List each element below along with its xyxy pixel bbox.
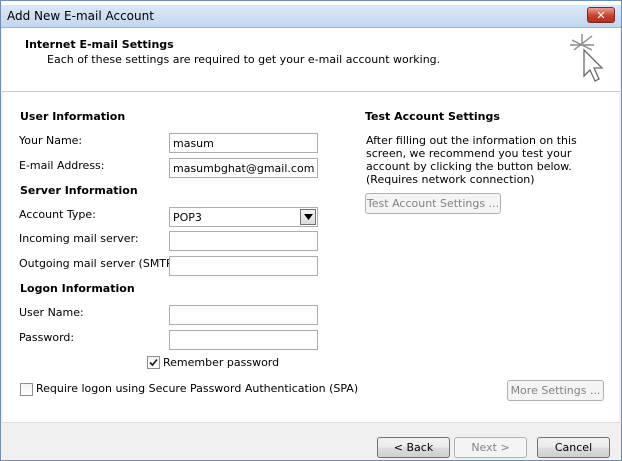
incoming-server-label: Incoming mail server: [19, 232, 139, 245]
outgoing-server-input[interactable] [169, 256, 318, 276]
dropdown-arrow-button[interactable] [300, 209, 316, 225]
remember-password-label: Remember password [163, 356, 280, 369]
window-title: Add New E-mail Account [7, 9, 154, 23]
spa-label: Require logon using Secure Password Auth… [36, 382, 359, 395]
password-input[interactable] [169, 330, 318, 350]
cancel-button[interactable]: Cancel [537, 437, 610, 458]
outgoing-server-label: Outgoing mail server (SMTP): [19, 257, 181, 270]
incoming-server-input[interactable] [169, 231, 318, 251]
logon-info-heading: Logon Information [20, 282, 135, 295]
test-account-settings-button[interactable]: Test Account Settings ... [365, 193, 501, 214]
add-email-account-window: Add New E-mail Account ✕ Internet E-mail… [0, 0, 622, 461]
your-name-label: Your Name: [19, 134, 83, 147]
header-title: Internet E-mail Settings [25, 38, 174, 51]
chevron-down-icon [304, 214, 313, 220]
user-name-label: User Name: [19, 306, 84, 319]
test-settings-heading: Test Account Settings [365, 110, 500, 123]
settings-content: User Information Your Name: masum E-mail… [3, 92, 619, 422]
back-button[interactable]: < Back [377, 437, 450, 458]
your-name-input[interactable]: masum [169, 133, 318, 153]
next-button[interactable]: Next > [454, 437, 527, 458]
account-type-value: POP3 [173, 211, 202, 224]
email-address-input[interactable]: masumbghat@gmail.com [169, 158, 318, 178]
spa-checkbox[interactable] [20, 383, 33, 396]
title-bar: Add New E-mail Account ✕ [1, 5, 621, 28]
more-settings-button[interactable]: More Settings ... [507, 380, 604, 401]
checkmark-icon [149, 358, 158, 367]
dialog-footer: < Back Next > Cancel [2, 422, 620, 460]
password-label: Password: [19, 331, 75, 344]
account-type-label: Account Type: [19, 208, 96, 221]
user-info-heading: User Information [20, 110, 126, 123]
header-subtitle: Each of these settings are required to g… [47, 53, 441, 66]
account-type-select[interactable]: POP3 [169, 207, 318, 227]
close-button[interactable]: ✕ [587, 7, 615, 23]
dialog-header: Internet E-mail Settings Each of these s… [2, 28, 620, 92]
email-address-label: E-mail Address: [19, 159, 105, 172]
server-info-heading: Server Information [20, 184, 138, 197]
remember-password-checkbox[interactable] [147, 356, 160, 369]
cursor-sparkle-icon [570, 34, 604, 82]
test-settings-description: After filling out the information on thi… [366, 134, 577, 186]
user-name-input[interactable] [169, 305, 318, 325]
